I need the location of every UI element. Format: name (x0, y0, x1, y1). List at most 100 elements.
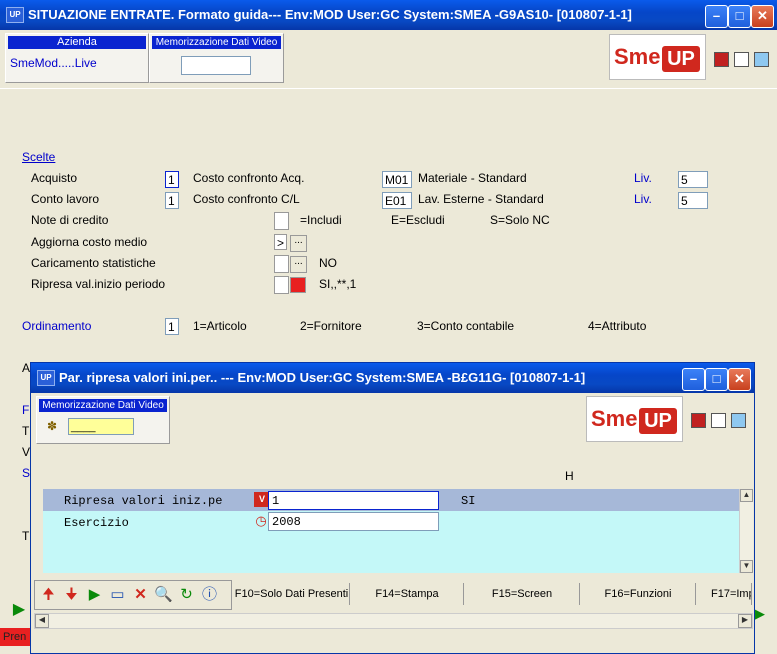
maximize-button[interactable]: □ (728, 5, 751, 28)
f17-button[interactable]: F17=Imp (697, 583, 752, 605)
ordinamento-label: Ordinamento (22, 319, 92, 333)
f15-button[interactable]: F15=Screen (465, 583, 580, 605)
scroll-left-button[interactable]: ◀ (35, 614, 49, 628)
dialog-monitor-icon[interactable] (691, 413, 706, 428)
row-extra-si: SI (461, 494, 476, 508)
ord-opt-articolo: 1=Articolo (193, 319, 247, 333)
main-play-icon[interactable]: ▶ (8, 600, 30, 620)
hidden-label-t2: T (22, 529, 30, 543)
caricamento-browse-button[interactable]: ... (290, 256, 307, 273)
dialog-logo-text-up: UP (639, 408, 677, 434)
hidden-label-f: F (22, 403, 30, 417)
status-left: Pren (0, 628, 32, 646)
hidden-label-a: A (22, 361, 31, 375)
cl-liv-input[interactable]: 5 (678, 192, 708, 209)
memorizzazione-group: Memorizzazione Dati Video (149, 33, 284, 83)
cl-code-desc: Lav. Esterne - Standard (418, 192, 544, 206)
aggiorna-browse-button[interactable]: ... (290, 235, 307, 252)
grid-scrollbar[interactable]: ▲ ▼ (739, 489, 753, 573)
scroll-up-button[interactable]: ▲ (740, 489, 753, 502)
note-credito-label: Note di credito (31, 213, 109, 227)
note-opt-escludi: E=Escludi (391, 213, 445, 227)
window-title: SITUAZIONE ENTRATE. Formato guida--- Env… (28, 7, 632, 22)
f16-button[interactable]: F16=Funzioni (581, 583, 696, 605)
ripresa-value-input[interactable]: 1 (268, 491, 439, 510)
hidden-label-t1: T (22, 424, 30, 438)
ord-opt-conto: 3=Conto contabile (417, 319, 515, 333)
ripresa-value: SI,,**,1 (319, 277, 357, 291)
smeup-logo: Sme. UP (609, 34, 706, 80)
costo-cl-label: Costo confronto C/L (193, 192, 300, 206)
caricamento-label: Caricamento statistiche (31, 256, 156, 270)
arrow-down-icon[interactable]: 🠋 (62, 585, 81, 604)
conto-lavoro-input[interactable]: 1 (165, 192, 179, 209)
row-label-esercizio: Esercizio (64, 516, 129, 530)
acq-liv-label: Liv. (634, 171, 652, 185)
azienda-label: Azienda (8, 36, 146, 49)
dialog-toolbar: 🠉 🠋 ▶ ▭ ✕ 🔍 ↻ ⓘ (34, 580, 232, 610)
acq-code-input[interactable]: M01 (382, 171, 412, 188)
params-grid: Ripresa valori iniz.pe V 1 SI Esercizio … (43, 489, 740, 573)
main-title-bar[interactable]: UP SITUAZIONE ENTRATE. Formato guida--- … (0, 0, 777, 30)
note-credito-input[interactable] (274, 212, 289, 230)
scroll-right-button[interactable]: ▶ (738, 614, 752, 628)
refresh-icon[interactable]: ↻ (177, 585, 196, 604)
arrow-up-icon[interactable]: 🠉 (39, 585, 58, 604)
document-icon[interactable] (734, 52, 749, 67)
acq-liv-input[interactable]: 5 (678, 171, 708, 188)
eraser-icon[interactable]: ▭ (108, 585, 127, 604)
ripresa-params-button[interactable] (290, 277, 306, 293)
ord-opt-fornitore: 2=Fornitore (300, 319, 362, 333)
dialog-document-icon[interactable] (711, 413, 726, 428)
info-icon[interactable]: ⓘ (200, 585, 219, 604)
app-icon: UP (6, 7, 24, 23)
esercizio-input[interactable]: 2008 (268, 512, 439, 531)
ripresa-input[interactable] (274, 276, 289, 294)
ord-opt-attributo: 4=Attributo (588, 319, 647, 333)
dialog-memorizzazione-label: Memorizzazione Dati Video (39, 399, 167, 412)
acquisto-label: Acquisto (31, 171, 78, 185)
dialog-smeup-logo: Sme. UP (586, 396, 683, 442)
minimize-button[interactable]: – (705, 5, 728, 28)
f10-button[interactable]: F10=Solo Dati Presenti (234, 583, 350, 605)
play-icon[interactable]: ▶ (85, 585, 104, 604)
acquisto-input[interactable]: 1 (165, 171, 179, 188)
dialog-title-bar[interactable]: UP Par. ripresa valori ini.per.. --- Env… (31, 363, 754, 393)
dialog-app-icon: UP (37, 370, 55, 386)
dialog-title: Par. ripresa valori ini.per.. --- Env:MO… (59, 370, 586, 385)
aggiorna-input[interactable]: > (274, 234, 287, 250)
clock-icon[interactable]: ◷ (254, 514, 268, 528)
column-header: H (565, 469, 574, 483)
dialog-memorizzazione-input[interactable]: ____ (68, 418, 134, 435)
ripresa-dialog: UP Par. ripresa valori ini.per.. --- Env… (30, 362, 755, 654)
dialog-memorizzazione-group: Memorizzazione Dati Video ✽ ____ (36, 396, 170, 444)
main-right-icon[interactable]: ▶ (755, 605, 775, 623)
logo-text-sme: Sme. (614, 44, 667, 69)
f14-button[interactable]: F14=Stampa (351, 583, 464, 605)
ordinamento-input[interactable]: 1 (165, 318, 179, 335)
scroll-down-button[interactable]: ▼ (740, 560, 753, 573)
search-icon[interactable]: 🔍 (154, 585, 173, 604)
close-button[interactable]: ✕ (751, 5, 774, 28)
memorizzazione-input[interactable] (181, 56, 251, 75)
monitor-icon[interactable] (714, 52, 729, 67)
dialog-minimize-button[interactable]: – (682, 368, 705, 391)
caricamento-input[interactable] (274, 255, 289, 273)
note-opt-solo-nc: S=Solo NC (490, 213, 550, 227)
dialog-close-button[interactable]: ✕ (728, 368, 751, 391)
gear-icon[interactable]: ✽ (47, 419, 57, 433)
acq-code-desc: Materiale - Standard (418, 171, 527, 185)
header-divider (0, 88, 777, 89)
scelte-link[interactable]: Scelte (22, 150, 55, 164)
dialog-box-icon[interactable] (731, 413, 746, 428)
dialog-maximize-button[interactable]: □ (705, 368, 728, 391)
dialog-hscrollbar[interactable]: ◀ ▶ (34, 613, 753, 629)
costo-acq-label: Costo confronto Acq. (193, 171, 305, 185)
cl-liv-label: Liv. (634, 192, 652, 206)
box-icon[interactable] (754, 52, 769, 67)
logo-text-up: UP (662, 46, 700, 72)
cl-code-input[interactable]: E01 (382, 192, 412, 209)
dialog-logo-text-sme: Sme. (591, 406, 644, 431)
azienda-group: Azienda SmeMod.....Live (5, 33, 149, 83)
delete-icon[interactable]: ✕ (131, 585, 150, 604)
